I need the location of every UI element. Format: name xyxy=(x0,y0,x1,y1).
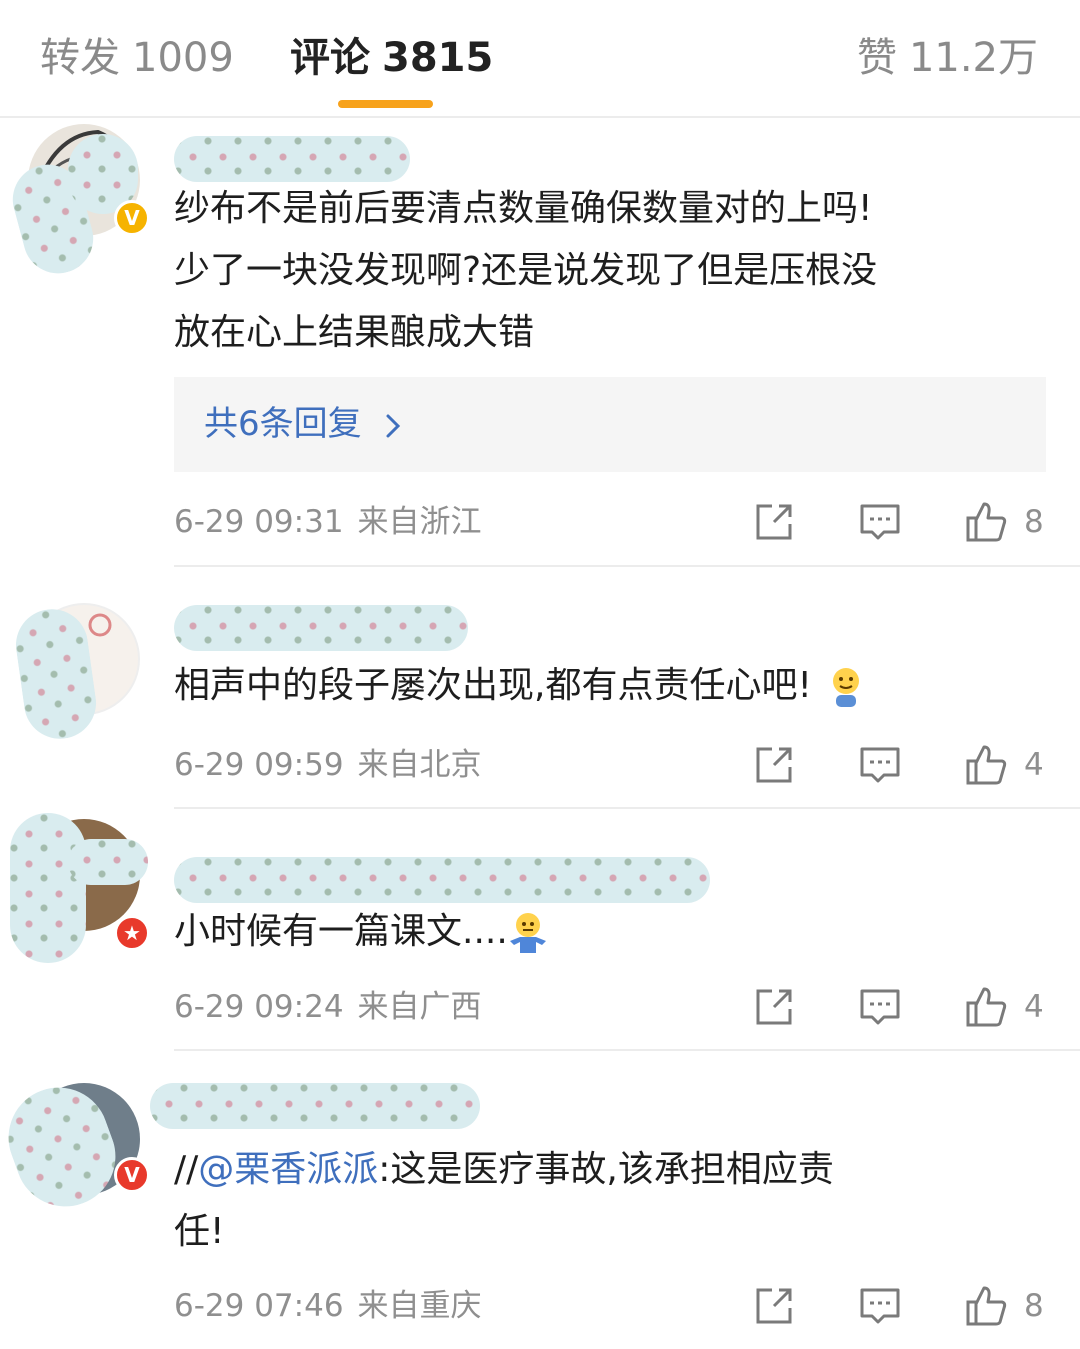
thumbs-up-icon[interactable] xyxy=(964,743,1008,787)
comment-location: 来自北京 xyxy=(357,747,482,783)
tab-comments-count: 3815 xyxy=(382,35,494,81)
comment-actions: 4 xyxy=(750,985,1050,1029)
chevron-right-icon xyxy=(384,399,402,449)
divider xyxy=(174,1049,1080,1051)
comment-time: 6-29 09:24 xyxy=(174,989,344,1025)
comment-location: 来自广西 xyxy=(357,989,482,1025)
comment-time: 6-29 09:59 xyxy=(174,747,344,783)
like-count: 8 xyxy=(1024,1288,1044,1324)
comment-meta: 6-29 09:24 来自广西 xyxy=(174,985,482,1029)
comment-text: //@栗香派派:这是医疗事故,该承担相应责 任! xyxy=(174,1139,1034,1263)
comment-icon[interactable] xyxy=(858,500,902,544)
like-count: 8 xyxy=(1024,504,1044,540)
comment-actions: 8 xyxy=(750,500,1050,544)
reply-summary-box[interactable]: 共6条回复 xyxy=(174,377,1046,472)
comment-icon[interactable] xyxy=(858,743,902,787)
user-mention-link[interactable]: @栗香派派 xyxy=(198,1149,378,1190)
comment-icon[interactable] xyxy=(858,985,902,1029)
avatar[interactable]: ★ xyxy=(10,813,150,963)
username-redacted[interactable] xyxy=(174,857,710,903)
pray-emoji-icon xyxy=(826,665,866,709)
share-icon[interactable] xyxy=(752,743,796,787)
avatar[interactable]: V xyxy=(4,124,150,282)
comment-text-line: 相声中的段子屡次出现,都有点责任心吧! xyxy=(174,665,812,706)
comment-icon[interactable] xyxy=(858,1284,902,1328)
username-redacted[interactable] xyxy=(174,136,410,182)
redaction-scribble xyxy=(68,839,148,885)
thumbs-up-icon[interactable] xyxy=(964,500,1008,544)
like-count: 4 xyxy=(1024,989,1044,1025)
comment-location: 来自重庆 xyxy=(357,1288,482,1324)
repost-prefix: // xyxy=(174,1149,199,1190)
comment-text-line: 任! xyxy=(174,1211,225,1252)
tab-comments[interactable]: 评论 3815 xyxy=(290,30,493,86)
thumbs-up-icon[interactable] xyxy=(964,1284,1008,1328)
tab-likes-label: 赞 xyxy=(856,35,897,81)
avatar[interactable] xyxy=(11,603,140,744)
comment-text-line: 小时候有一篇课文.... xyxy=(174,911,508,952)
comment-actions: 8 xyxy=(750,1284,1050,1328)
like-count: 4 xyxy=(1024,747,1044,783)
comment-text-line: 放在心上结果酿成大错 xyxy=(174,312,535,353)
share-icon[interactable] xyxy=(752,500,796,544)
tab-likes-count: 11.2万 xyxy=(908,35,1038,81)
shrug-emoji-icon xyxy=(508,911,548,955)
divider xyxy=(174,807,1080,809)
verified-badge-icon: V xyxy=(114,1157,150,1193)
tab-likes[interactable]: 赞 11.2万 xyxy=(857,30,1038,86)
comment-time: 6-29 09:31 xyxy=(174,504,344,540)
comment-text-line: 少了一块没发现啊?还是说发现了但是压根没 xyxy=(174,250,878,291)
comment-tab-bar: 转发 1009 评论 3815 赞 11.2万 xyxy=(0,0,1080,118)
comment-text: 小时候有一篇课文.... xyxy=(174,901,1034,963)
tab-repost-label: 转发 xyxy=(40,35,120,81)
comment-meta: 6-29 09:59 来自北京 xyxy=(174,743,482,787)
verified-badge-icon: ★ xyxy=(114,915,150,951)
comment-meta: 6-29 07:46 来自重庆 xyxy=(174,1284,482,1328)
comment-meta: 6-29 09:31 来自浙江 xyxy=(174,500,482,544)
divider xyxy=(174,565,1080,567)
comment-text-line: :这是医疗事故,该承担相应责 xyxy=(378,1149,834,1190)
username-redacted[interactable] xyxy=(150,1083,480,1129)
tab-repost-count: 1009 xyxy=(132,35,234,81)
share-icon[interactable] xyxy=(752,985,796,1029)
verified-badge-icon: V xyxy=(114,200,150,236)
comment-text: 纱布不是前后要清点数量确保数量对的上吗! 少了一块没发现啊?还是说发现了但是压根… xyxy=(174,178,1034,364)
reply-summary-label: 共6条回复 xyxy=(204,404,362,444)
username-redacted[interactable] xyxy=(174,605,468,651)
reply-summary: 共6条回复 xyxy=(204,399,402,449)
comment-text-line: 纱布不是前后要清点数量确保数量对的上吗! xyxy=(174,188,873,229)
avatar[interactable]: V xyxy=(0,1073,150,1221)
redaction-scribble xyxy=(10,813,86,963)
tab-comments-label: 评论 xyxy=(290,35,370,81)
active-tab-indicator xyxy=(338,100,433,108)
share-icon[interactable] xyxy=(752,1284,796,1328)
tab-repost[interactable]: 转发 1009 xyxy=(40,30,234,86)
comment-time: 6-29 07:46 xyxy=(174,1288,344,1324)
comment-location: 来自浙江 xyxy=(357,504,482,540)
comment-actions: 4 xyxy=(750,743,1050,787)
comment-text: 相声中的段子屡次出现,都有点责任心吧! xyxy=(174,655,1034,717)
thumbs-up-icon[interactable] xyxy=(964,985,1008,1029)
